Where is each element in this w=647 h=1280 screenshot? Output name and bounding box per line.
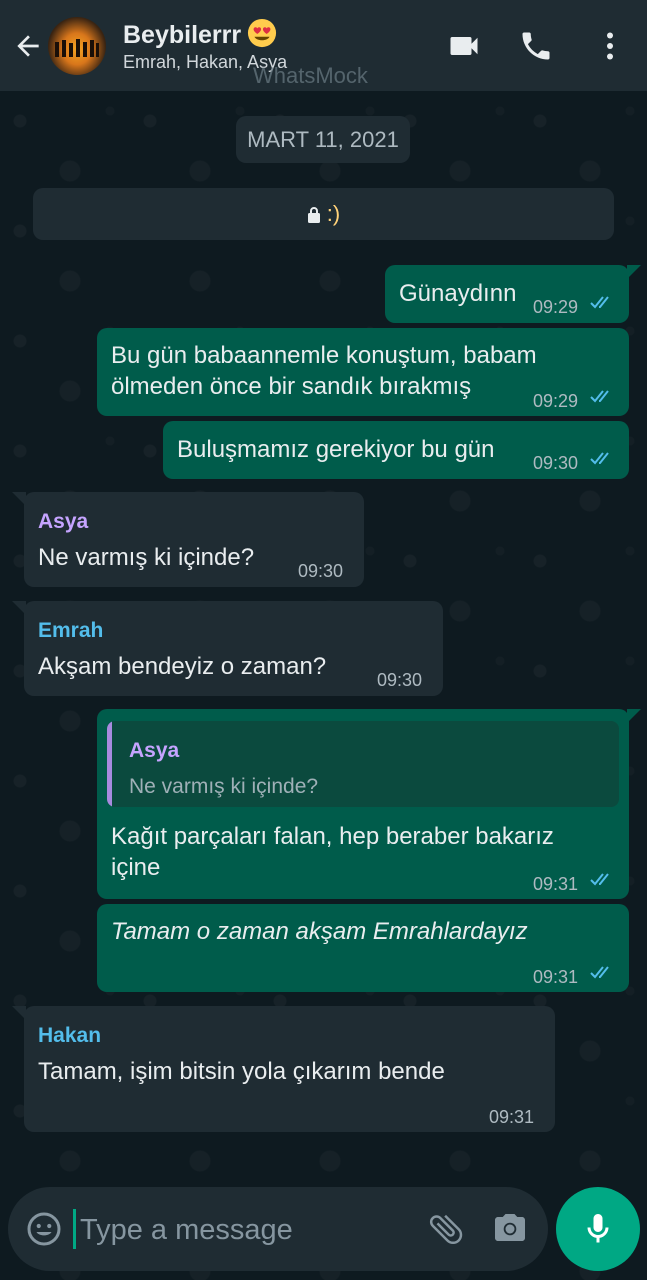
message-time: 09:30 xyxy=(533,453,579,473)
double-check-icon xyxy=(590,873,609,886)
chat-title-text: Beybilerrr xyxy=(123,21,242,49)
video-call-icon[interactable] xyxy=(446,28,482,64)
sender-name[interactable]: Emrah xyxy=(38,615,103,646)
message-time: 09:29 xyxy=(533,391,579,411)
message-text-line: Kağıt parçaları falan, hep beraber bakar… xyxy=(111,823,554,850)
arrow-left-icon[interactable] xyxy=(12,30,44,62)
date-separator: MART 11, 2021 xyxy=(236,116,410,163)
chat-header: Beybilerrr Emrah, Hakan, Asya WhatsMock xyxy=(0,0,647,91)
message-text-line: içine xyxy=(111,854,161,881)
double-check-icon xyxy=(590,966,609,979)
sender-name[interactable]: Asya xyxy=(38,506,88,537)
camera-icon[interactable] xyxy=(491,1211,529,1247)
message-text-line: ölmeden önce bir sandık bırakmış xyxy=(111,373,472,400)
quoted-text: Ne varmış ki içinde? xyxy=(129,775,319,798)
message-text: Akşam bendeyiz o zaman? xyxy=(38,653,327,680)
quote-bar xyxy=(107,721,112,807)
text-caret xyxy=(73,1209,76,1249)
sender-name[interactable]: Hakan xyxy=(38,1020,101,1051)
message-text-line: Bu gün babaannemle konuştum, babam xyxy=(111,342,537,369)
double-check-icon xyxy=(590,296,609,309)
quoted-message[interactable]: Asya Ne varmış ki içinde? xyxy=(107,721,619,807)
message-composer xyxy=(8,1187,548,1271)
watermark: WhatsMock xyxy=(253,63,368,88)
message-bubble[interactable]: Buluşmamız gerekiyor bu gün 09:30 xyxy=(163,421,629,479)
group-avatar[interactable] xyxy=(48,17,106,75)
mic-button[interactable] xyxy=(556,1187,640,1271)
message-text: Buluşmamız gerekiyor bu gün xyxy=(177,436,495,463)
heart-eyes-emoji-icon xyxy=(248,18,277,48)
message-time: 09:29 xyxy=(533,297,579,317)
message-bubble[interactable]: Asya Ne varmış ki içinde? 09:30 xyxy=(12,492,364,587)
quoted-sender: Asya xyxy=(129,739,180,762)
message-text: Günaydınn xyxy=(399,280,517,307)
message-bubble[interactable]: Hakan Tamam, işim bitsin yola çıkarım be… xyxy=(12,1006,555,1132)
double-check-icon xyxy=(590,390,609,403)
lock-icon xyxy=(307,207,320,223)
chat-title[interactable]: Beybilerrr xyxy=(123,18,277,50)
mic-icon xyxy=(587,1214,609,1243)
emoji-icon[interactable] xyxy=(26,1211,62,1247)
message-bubble[interactable]: Tamam o zaman akşam Emrahlardayız 09:31 xyxy=(97,904,629,992)
message-time: 09:30 xyxy=(298,561,344,581)
message-text: Tamam, işim bitsin yola çıkarım bende xyxy=(38,1058,445,1085)
message-time: 09:31 xyxy=(489,1107,535,1127)
message-input[interactable] xyxy=(78,1207,402,1253)
encryption-text: :) xyxy=(326,201,341,226)
message-bubble[interactable]: Asya Ne varmış ki içinde? Kağıt parçalar… xyxy=(97,709,641,899)
phone-icon[interactable] xyxy=(518,28,554,64)
message-text: Ne varmış ki içinde? xyxy=(38,544,255,571)
message-bubble[interactable]: Emrah Akşam bendeyiz o zaman? 09:30 xyxy=(12,601,443,696)
message-time: 09:30 xyxy=(377,670,423,690)
double-check-icon xyxy=(590,452,609,465)
message-time: 09:31 xyxy=(533,874,579,894)
message-bubble[interactable]: Günaydınn 09:29 xyxy=(385,265,641,323)
message-text: Tamam o zaman akşam Emrahlardayız xyxy=(111,918,528,945)
more-vert-icon[interactable] xyxy=(592,28,628,64)
attach-icon[interactable] xyxy=(426,1209,466,1249)
message-time: 09:31 xyxy=(533,967,579,987)
encryption-notice[interactable]: :) xyxy=(33,188,614,240)
message-bubble[interactable]: Bu gün babaannemle konuştum, babam ölmed… xyxy=(97,328,629,416)
